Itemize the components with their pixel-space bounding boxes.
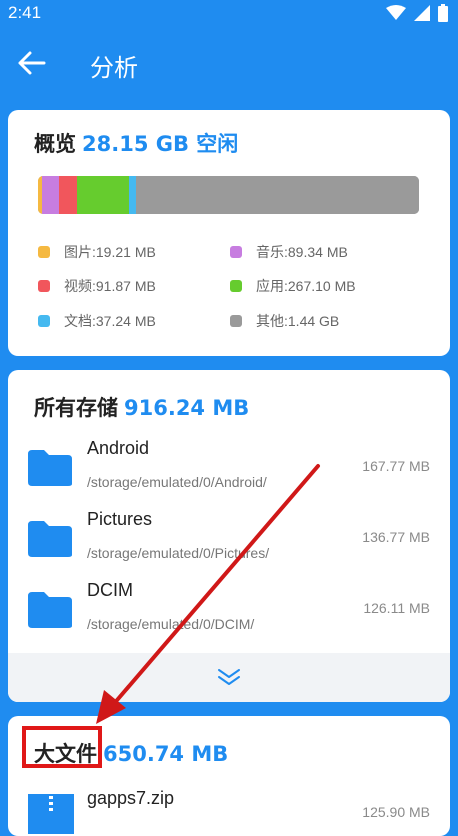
folder-name: DCIM: [87, 580, 133, 600]
overview-label: 概览: [34, 132, 76, 156]
storage-segment: [41, 176, 59, 214]
folder-icon: [28, 450, 72, 486]
legend-apps: 应用:267.10 MB: [230, 276, 356, 296]
storage-segment: [76, 176, 130, 214]
folder-size: 126.11 MB: [363, 600, 430, 616]
expand-more-button[interactable]: [8, 653, 450, 702]
folder-row-pictures[interactable]: Pictures /storage/emulated/0/Pictures/ 1…: [8, 505, 450, 577]
legend-label: 其他:1.44 GB: [256, 313, 340, 329]
battery-icon: [438, 4, 448, 22]
legend-videos: 视频:91.87 MB: [38, 276, 156, 296]
folder-size: 167.77 MB: [362, 458, 430, 474]
folder-name: Android: [87, 438, 150, 458]
storage-usage-bar: [38, 176, 419, 214]
legend-label: 视频:91.87 MB: [64, 278, 156, 294]
legend-dot: [38, 315, 50, 327]
folder-name: Pictures: [87, 509, 153, 529]
storage-segment: [136, 176, 419, 214]
zip-file-icon: [28, 794, 74, 834]
legend-music: 音乐:89.34 MB: [230, 242, 348, 262]
legend-other: 其他:1.44 GB: [230, 311, 339, 331]
large-files-total: 650.74 MB: [103, 742, 229, 766]
legend-dot: [38, 280, 50, 292]
overview-card: 概览 28.15 GB 空闲 图片:19.21 MB 音乐:89.34 MB 视频…: [8, 110, 450, 356]
legend-pictures: 图片:19.21 MB: [38, 242, 156, 262]
large-files-card: 大文件 650.74 MB gapps7.zip 125.90 MB: [8, 716, 450, 836]
back-button[interactable]: [14, 46, 48, 80]
cellular-signal-icon: [414, 5, 430, 21]
wifi-icon: [386, 5, 406, 20]
file-size: 125.90 MB: [362, 804, 430, 820]
folder-icon: [28, 521, 72, 557]
file-row-gapps7[interactable]: gapps7.zip 125.90 MB: [8, 782, 450, 836]
all-storage-label: 所有存储: [34, 396, 118, 420]
folder-size: 136.77 MB: [362, 529, 430, 545]
folder-row-dcim[interactable]: DCIM /storage/emulated/0/DCIM/ 126.11 MB: [8, 576, 450, 648]
legend-dot: [230, 280, 242, 292]
legend-label: 应用:267.10 MB: [256, 278, 356, 294]
arrow-left-icon: [18, 51, 46, 75]
file-name: gapps7.zip: [87, 788, 175, 808]
folder-path: /storage/emulated/0/DCIM/: [87, 616, 255, 632]
status-bar: 2:41: [0, 0, 458, 28]
legend-label: 音乐:89.34 MB: [256, 244, 348, 260]
all-storage-total: 916.24 MB: [124, 396, 250, 420]
legend-documents: 文档:37.24 MB: [38, 311, 156, 331]
folder-path: /storage/emulated/0/Android/: [87, 474, 267, 490]
legend-dot: [230, 246, 242, 258]
status-time: 2:41: [8, 3, 42, 22]
storage-segment: [58, 176, 77, 214]
legend-dot: [38, 246, 50, 258]
page-title: 分析: [90, 54, 138, 82]
storage-segment: [129, 176, 137, 214]
legend-label: 文档:37.24 MB: [64, 313, 156, 329]
folder-row-android[interactable]: Android /storage/emulated/0/Android/ 167…: [8, 434, 450, 506]
folder-path: /storage/emulated/0/Pictures/: [87, 545, 270, 561]
all-storage-card: 所有存储 916.24 MB Android /storage/emulated/…: [8, 370, 450, 702]
overview-heading: 概览 28.15 GB 空闲: [34, 128, 238, 158]
legend-label: 图片:19.21 MB: [64, 244, 156, 260]
chevron-double-down-icon: [218, 669, 240, 685]
app-bar: 分析: [0, 28, 458, 102]
free-space: 28.15 GB 空闲: [82, 132, 239, 156]
all-storage-heading: 所有存储 916.24 MB: [34, 392, 249, 422]
legend-dot: [230, 315, 242, 327]
folder-icon: [28, 592, 72, 628]
status-icons: [386, 4, 448, 22]
annotation-highlight-box: [22, 726, 102, 768]
